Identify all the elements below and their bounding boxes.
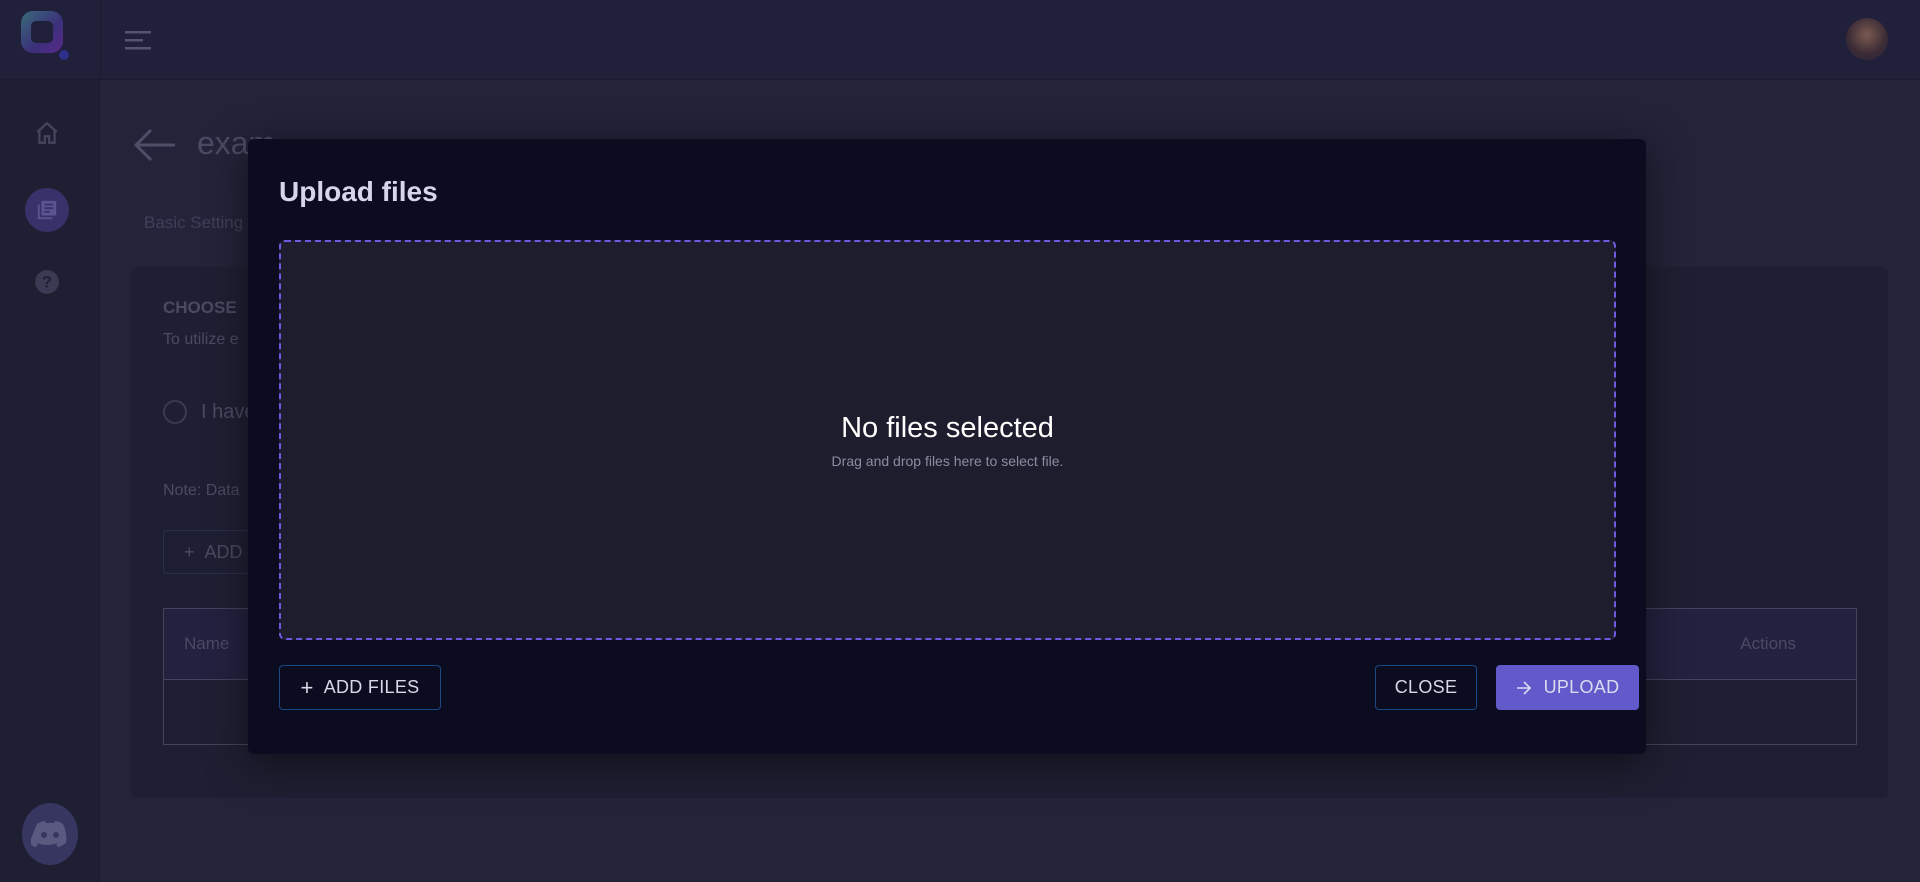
add-files-button[interactable]: + ADD FILES <box>279 665 441 710</box>
dialog-title: Upload files <box>279 176 438 207</box>
upload-button[interactable]: UPLOAD <box>1496 665 1639 710</box>
file-dropzone[interactable]: No files selected Drag and drop files he… <box>279 240 1616 640</box>
close-button[interactable]: CLOSE <box>1375 665 1477 710</box>
dropzone-title: No files selected <box>841 411 1054 444</box>
plus-icon: + <box>300 674 314 700</box>
dropzone-subtitle: Drag and drop files here to select file. <box>831 452 1064 469</box>
upload-dialog: Upload files No files selected Drag and … <box>248 139 1646 754</box>
arrow-right-icon <box>1516 680 1531 695</box>
